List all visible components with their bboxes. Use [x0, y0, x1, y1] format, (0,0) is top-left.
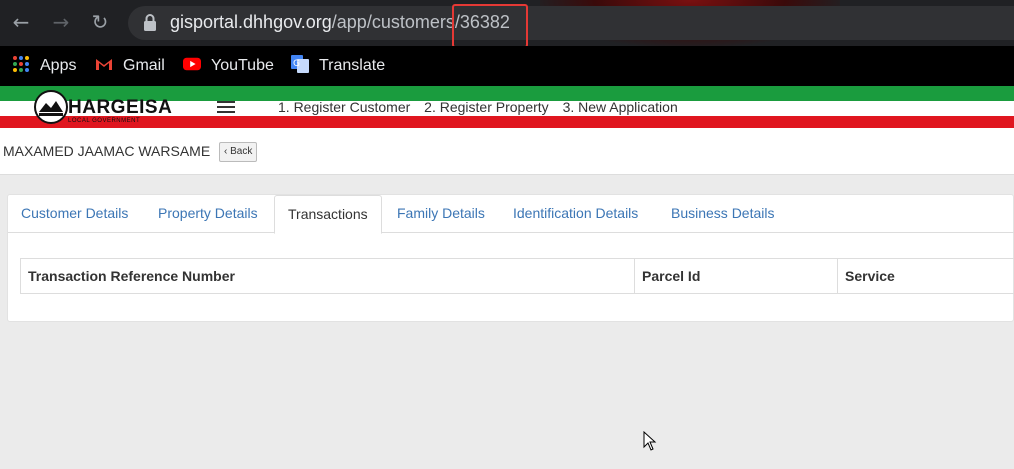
- chevron-left-icon: ‹: [224, 146, 228, 157]
- tab-property-details[interactable]: Property Details: [145, 195, 271, 233]
- back-arrow-icon[interactable]: ←: [9, 10, 33, 34]
- bookmark-translate[interactable]: G Translate: [291, 55, 385, 77]
- column-header-service[interactable]: Service: [838, 259, 1014, 293]
- transactions-table: Transaction Reference Number Parcel Id S…: [20, 258, 1014, 294]
- nav-register-property[interactable]: 2. Register Property: [424, 99, 549, 115]
- forward-arrow-icon[interactable]: →: [49, 10, 73, 34]
- details-tabs: Customer Details Property Details Transa…: [8, 195, 1014, 234]
- bookmarks-bar: Apps Gmail YouTube G Translate: [0, 46, 1014, 86]
- tab-identification-details[interactable]: Identification Details: [500, 195, 651, 233]
- tab-customer-details[interactable]: Customer Details: [8, 195, 141, 233]
- customer-name: MAXAMED JAAMAC WARSAME: [3, 143, 211, 159]
- logo-subtitle: LOCAL GOVERNMENT: [68, 118, 141, 124]
- bookmark-youtube[interactable]: YouTube: [183, 55, 274, 77]
- logo-emblem-icon: [34, 90, 68, 124]
- tab-business-details[interactable]: Business Details: [658, 195, 788, 233]
- bookmark-apps[interactable]: Apps: [12, 55, 76, 77]
- column-header-parcel-id[interactable]: Parcel Id: [635, 259, 838, 293]
- browser-toolbar: ← → ↻ gisportal.dhhgov.org/app/customers…: [0, 0, 1014, 48]
- nav-register-customer[interactable]: 1. Register Customer: [278, 99, 410, 115]
- nav-new-application[interactable]: 3. New Application: [563, 99, 678, 115]
- reload-icon[interactable]: ↻: [88, 10, 112, 34]
- customer-title-bar: MAXAMED JAAMAC WARSAME ‹ Back: [0, 130, 1014, 175]
- top-nav: 1. Register Customer 2. Register Propert…: [278, 99, 688, 115]
- youtube-icon: [183, 57, 201, 71]
- tab-transactions[interactable]: Transactions: [274, 195, 382, 234]
- logo-title: HARGEISA: [68, 97, 173, 118]
- customer-details-panel: Customer Details Property Details Transa…: [7, 194, 1014, 322]
- translate-icon: G: [291, 55, 309, 73]
- app-header: HARGEISA LOCAL GOVERNMENT 1. Register Cu…: [0, 86, 1014, 130]
- back-button[interactable]: ‹ Back: [219, 142, 258, 162]
- mouse-cursor-icon: [643, 431, 657, 451]
- bookmark-gmail[interactable]: Gmail: [95, 55, 165, 77]
- svg-text:G: G: [293, 59, 300, 69]
- apps-grid-icon: [13, 56, 29, 72]
- annotation-highlight-box: [452, 4, 528, 48]
- tab-family-details[interactable]: Family Details: [384, 195, 498, 233]
- lock-icon: [144, 14, 156, 31]
- hargeisa-logo[interactable]: HARGEISA LOCAL GOVERNMENT: [34, 90, 172, 126]
- column-header-transaction-ref[interactable]: Transaction Reference Number: [21, 259, 635, 293]
- menu-icon[interactable]: [217, 101, 235, 115]
- gmail-icon: [96, 59, 112, 70]
